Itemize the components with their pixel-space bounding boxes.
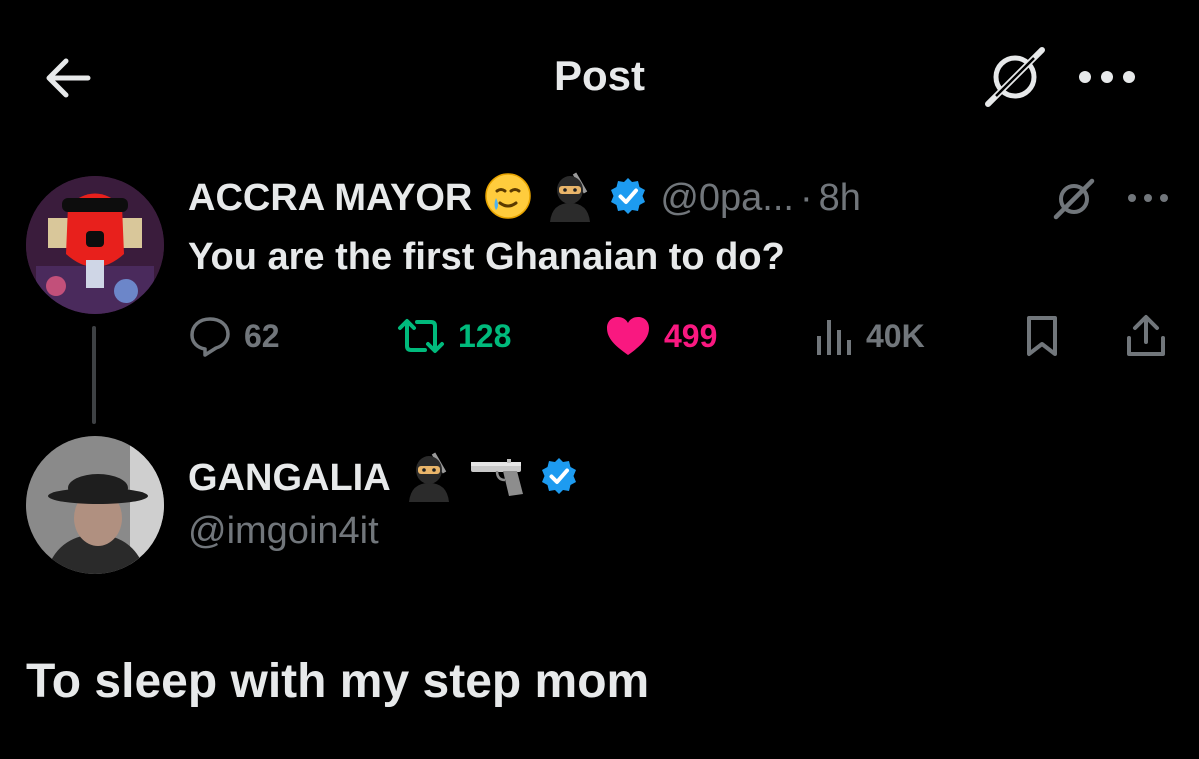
share-button[interactable] xyxy=(1124,314,1168,358)
avatar[interactable] xyxy=(26,176,164,314)
smiling-face-with-tear-emoji xyxy=(484,172,532,225)
pistol-emoji xyxy=(467,454,527,503)
like-button[interactable]: 499 xyxy=(604,314,717,358)
avatar[interactable] xyxy=(26,436,164,574)
post-header: Post xyxy=(0,0,1199,150)
ninja-emoji xyxy=(544,170,596,227)
profile-picture-icon xyxy=(26,436,164,574)
reply-text: To sleep with my step mom xyxy=(26,655,650,708)
display-name[interactable]: ACCRA MAYOR xyxy=(188,177,472,220)
reply-post-author[interactable]: GANGALIA xyxy=(188,448,579,508)
grok-icon xyxy=(985,47,1045,107)
reply-button[interactable]: 62 xyxy=(188,314,280,358)
heart-filled-icon xyxy=(607,317,649,355)
more-horizontal-icon xyxy=(1128,194,1168,202)
grok-icon xyxy=(1053,178,1095,220)
share-icon xyxy=(1127,315,1165,356)
display-name[interactable]: GANGALIA xyxy=(188,457,391,500)
views-button[interactable]: 40K xyxy=(814,314,925,358)
profile-picture-icon xyxy=(26,176,164,314)
bookmark-icon xyxy=(1027,316,1057,356)
more-horizontal-icon xyxy=(1079,71,1135,83)
bookmark-button[interactable] xyxy=(1022,314,1062,358)
like-count: 499 xyxy=(664,317,718,354)
more-options-button[interactable] xyxy=(1076,62,1138,92)
analytics-bars-icon xyxy=(817,320,851,355)
repost-button[interactable]: 128 xyxy=(396,314,511,358)
repost-count: 128 xyxy=(458,317,512,354)
handle[interactable]: @0pa... xyxy=(660,177,794,220)
original-post-author[interactable]: ACCRA MAYOR @0pa... · 8h xyxy=(188,168,861,228)
repost-icon xyxy=(398,319,444,353)
post-more-options-button[interactable] xyxy=(1126,188,1170,208)
separator-dot: · xyxy=(799,176,813,219)
post-timestamp[interactable]: 8h xyxy=(819,177,861,220)
verified-badge-icon[interactable] xyxy=(608,176,648,221)
reply-icon xyxy=(190,317,230,357)
handle[interactable]: @imgoin4it xyxy=(188,510,379,553)
thread-connector-line xyxy=(92,326,96,424)
post-grok-button[interactable] xyxy=(1052,178,1096,220)
verified-badge-icon[interactable] xyxy=(539,456,579,501)
ninja-emoji xyxy=(403,450,455,507)
grok-button[interactable] xyxy=(982,46,1048,108)
views-count: 40K xyxy=(866,317,925,354)
reply-count: 62 xyxy=(244,317,280,354)
post-text: You are the first Ghanaian to do? xyxy=(188,236,785,278)
